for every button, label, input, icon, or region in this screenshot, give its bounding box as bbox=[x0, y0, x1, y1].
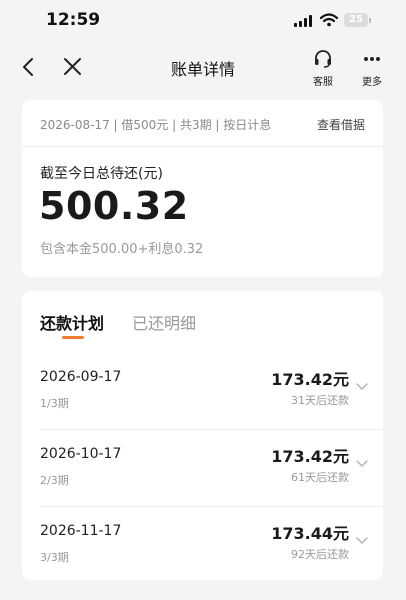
row-divider bbox=[40, 429, 383, 430]
chevron-down-icon[interactable] bbox=[355, 378, 369, 392]
active-tab-indicator bbox=[62, 336, 84, 339]
view-loan-receipt-link[interactable]: 查看借据 bbox=[317, 116, 365, 133]
installment-countdown: 61天后还款 bbox=[291, 471, 349, 484]
installment-row[interactable]: 2026-10-17 2/3期 173.42元 61天后还款 bbox=[22, 433, 383, 507]
installment-date: 2026-09-17 bbox=[40, 369, 122, 385]
installment-period: 3/3期 bbox=[40, 551, 69, 564]
headset-icon bbox=[313, 50, 333, 72]
more-label: 更多 bbox=[362, 77, 382, 88]
status-time: 12:59 bbox=[46, 10, 101, 30]
wifi-icon bbox=[319, 12, 339, 31]
bill-summary-card: 2026-08-17 | 借500元 | 共3期 | 按日计息 查看借据 截至今… bbox=[22, 100, 383, 277]
row-divider bbox=[40, 506, 383, 507]
tab-repayment-plan[interactable]: 还款计划 bbox=[40, 310, 104, 334]
installment-row[interactable]: 2026-11-17 3/3期 173.44元 92天后还款 bbox=[22, 510, 383, 584]
installment-period: 1/3期 bbox=[40, 397, 69, 410]
installment-row[interactable]: 2026-09-17 1/3期 173.42元 31天后还款 bbox=[22, 356, 383, 430]
status-bar: 12:59 25 bbox=[0, 0, 406, 44]
divider bbox=[22, 146, 383, 147]
more-dots-icon bbox=[362, 53, 382, 72]
installment-amount: 173.42元 bbox=[271, 370, 349, 389]
installment-date: 2026-10-17 bbox=[40, 446, 122, 462]
loan-meta-text: 2026-08-17 | 借500元 | 共3期 | 按日计息 bbox=[40, 118, 272, 132]
installment-date: 2026-11-17 bbox=[40, 523, 122, 539]
cellular-signal-icon bbox=[294, 15, 314, 27]
nav-bar: 账单详情 客服 更多 bbox=[0, 44, 406, 88]
battery-icon: 25 bbox=[344, 13, 371, 27]
due-breakdown: 包含本金500.00+利息0.32 bbox=[40, 242, 204, 257]
installment-amount: 173.44元 bbox=[271, 524, 349, 543]
tab-paid-details[interactable]: 已还明细 bbox=[132, 310, 196, 334]
repayment-plan-card: 还款计划 已还明细 2026-09-17 1/3期 173.42元 31天后还款… bbox=[22, 291, 383, 580]
installment-countdown: 92天后还款 bbox=[291, 548, 349, 561]
more-button[interactable]: 更多 bbox=[352, 50, 392, 88]
page-title: 账单详情 bbox=[170, 60, 235, 79]
total-due-amount: 500.32 bbox=[39, 184, 189, 228]
total-due-label: 截至今日总待还(元) bbox=[40, 166, 163, 182]
installment-countdown: 31天后还款 bbox=[291, 394, 349, 407]
installment-period: 2/3期 bbox=[40, 474, 69, 487]
customer-service-label: 客服 bbox=[313, 77, 333, 88]
customer-service-button[interactable]: 客服 bbox=[303, 50, 343, 88]
chevron-down-icon[interactable] bbox=[355, 455, 369, 469]
chevron-down-icon[interactable] bbox=[355, 532, 369, 546]
loan-meta-row: 2026-08-17 | 借500元 | 共3期 | 按日计息 查看借据 bbox=[40, 116, 365, 134]
installment-amount: 173.42元 bbox=[271, 447, 349, 466]
